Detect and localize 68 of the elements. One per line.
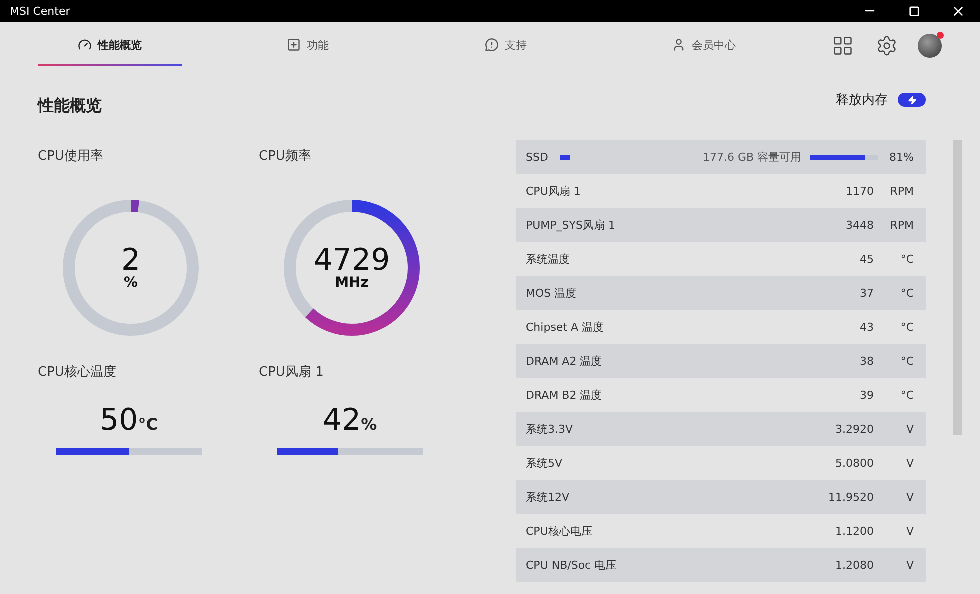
gauge-value: 4729 xyxy=(314,246,390,276)
sensor-value: 45 xyxy=(860,252,874,266)
sensor-value: 11.9520 xyxy=(828,490,874,504)
gauge-unit: % xyxy=(124,276,138,290)
sensor-value: 5.0800 xyxy=(836,456,874,470)
sensor-value: 39 xyxy=(860,388,874,402)
gauge-label: CPU核心温度 xyxy=(38,364,116,381)
release-memory-button[interactable] xyxy=(898,93,926,107)
sensor-value: 1.1200 xyxy=(836,524,874,538)
sensor-unit: V xyxy=(905,558,914,572)
page-title: 性能概览 xyxy=(38,96,103,117)
sensor-name: 系统3.3V xyxy=(526,422,574,436)
sensor-name: CPU核心电压 xyxy=(526,524,594,538)
sensor-unit: V xyxy=(905,422,914,436)
sensor-value: 38 xyxy=(860,354,874,368)
nav-tab[interactable]: 性能概览 xyxy=(38,26,182,66)
sensor-unit: V xyxy=(905,490,914,504)
sensor-name: CPU NB/Soc 电压 xyxy=(526,558,618,572)
sensor-unit: °C xyxy=(900,252,914,266)
window-title: MSI Center xyxy=(10,4,72,18)
sensor-unit: °C xyxy=(900,286,914,300)
sensor-unit: RPM xyxy=(889,184,914,198)
sensor-name: DRAM A2 温度 xyxy=(526,354,604,368)
sensor-unit: V xyxy=(905,456,914,470)
sensor-name: CPU风扇 1 xyxy=(526,184,582,198)
disk-usage-bar xyxy=(810,154,878,160)
gauge-value: 50 xyxy=(100,403,138,438)
sensor-name: PUMP_SYS风扇 1 xyxy=(526,218,616,232)
avatar[interactable] xyxy=(918,34,942,58)
sensor-name: DRAM B2 温度 xyxy=(526,388,604,402)
sensor-value: 3.2920 xyxy=(836,422,874,436)
sensor-unit: RPM xyxy=(889,218,914,232)
sensor-value: 81% xyxy=(890,150,914,164)
gauge-label: CPU风扇 1 xyxy=(259,364,324,381)
sensor-value: 3448 xyxy=(846,218,874,232)
user-icon xyxy=(672,38,686,52)
sensor-unit: °C xyxy=(900,354,914,368)
sensor-value: 1.2080 xyxy=(836,558,874,572)
sensor-name: MOS 温度 xyxy=(526,286,578,300)
nav-tab[interactable]: 支持 xyxy=(434,26,578,66)
sensor-name: Chipset A 温度 xyxy=(526,320,606,334)
sensor-name: SSD xyxy=(526,150,548,164)
lightning-icon xyxy=(908,96,916,104)
maximize-icon[interactable] xyxy=(908,6,920,16)
disk-free: 177.6 GB 容量可用 xyxy=(702,150,802,164)
gauge-label: CPU频率 xyxy=(259,148,312,165)
sensor-unit: V xyxy=(905,524,914,538)
sensor-value: 1170 xyxy=(846,184,874,198)
sensor-name: 系统12V xyxy=(526,490,571,504)
sensor-value: 43 xyxy=(860,320,874,334)
gauge-unit: % xyxy=(361,415,378,434)
gauge-label: CPU使用率 xyxy=(38,148,104,165)
sensor-unit: °C xyxy=(900,320,914,334)
scrollbar[interactable] xyxy=(953,140,962,435)
nav-tab[interactable]: 功能 xyxy=(236,26,380,66)
gauge-value: 42 xyxy=(322,403,362,438)
gauge-icon xyxy=(78,38,92,52)
release-memory-label: 释放内存 xyxy=(836,92,888,109)
gauge-unit: °C xyxy=(138,415,158,434)
gauge-unit: MHz xyxy=(335,276,369,290)
sensor-name: 系统温度 xyxy=(526,252,571,266)
nav-tab[interactable]: 会员中心 xyxy=(632,26,776,66)
sensor-name: 系统5V xyxy=(526,456,564,470)
sensor-value: 37 xyxy=(860,286,874,300)
sensor-unit: °C xyxy=(900,388,914,402)
alert-icon xyxy=(485,38,499,52)
square-icon xyxy=(287,38,301,52)
gauge-value: 2 xyxy=(121,246,141,276)
